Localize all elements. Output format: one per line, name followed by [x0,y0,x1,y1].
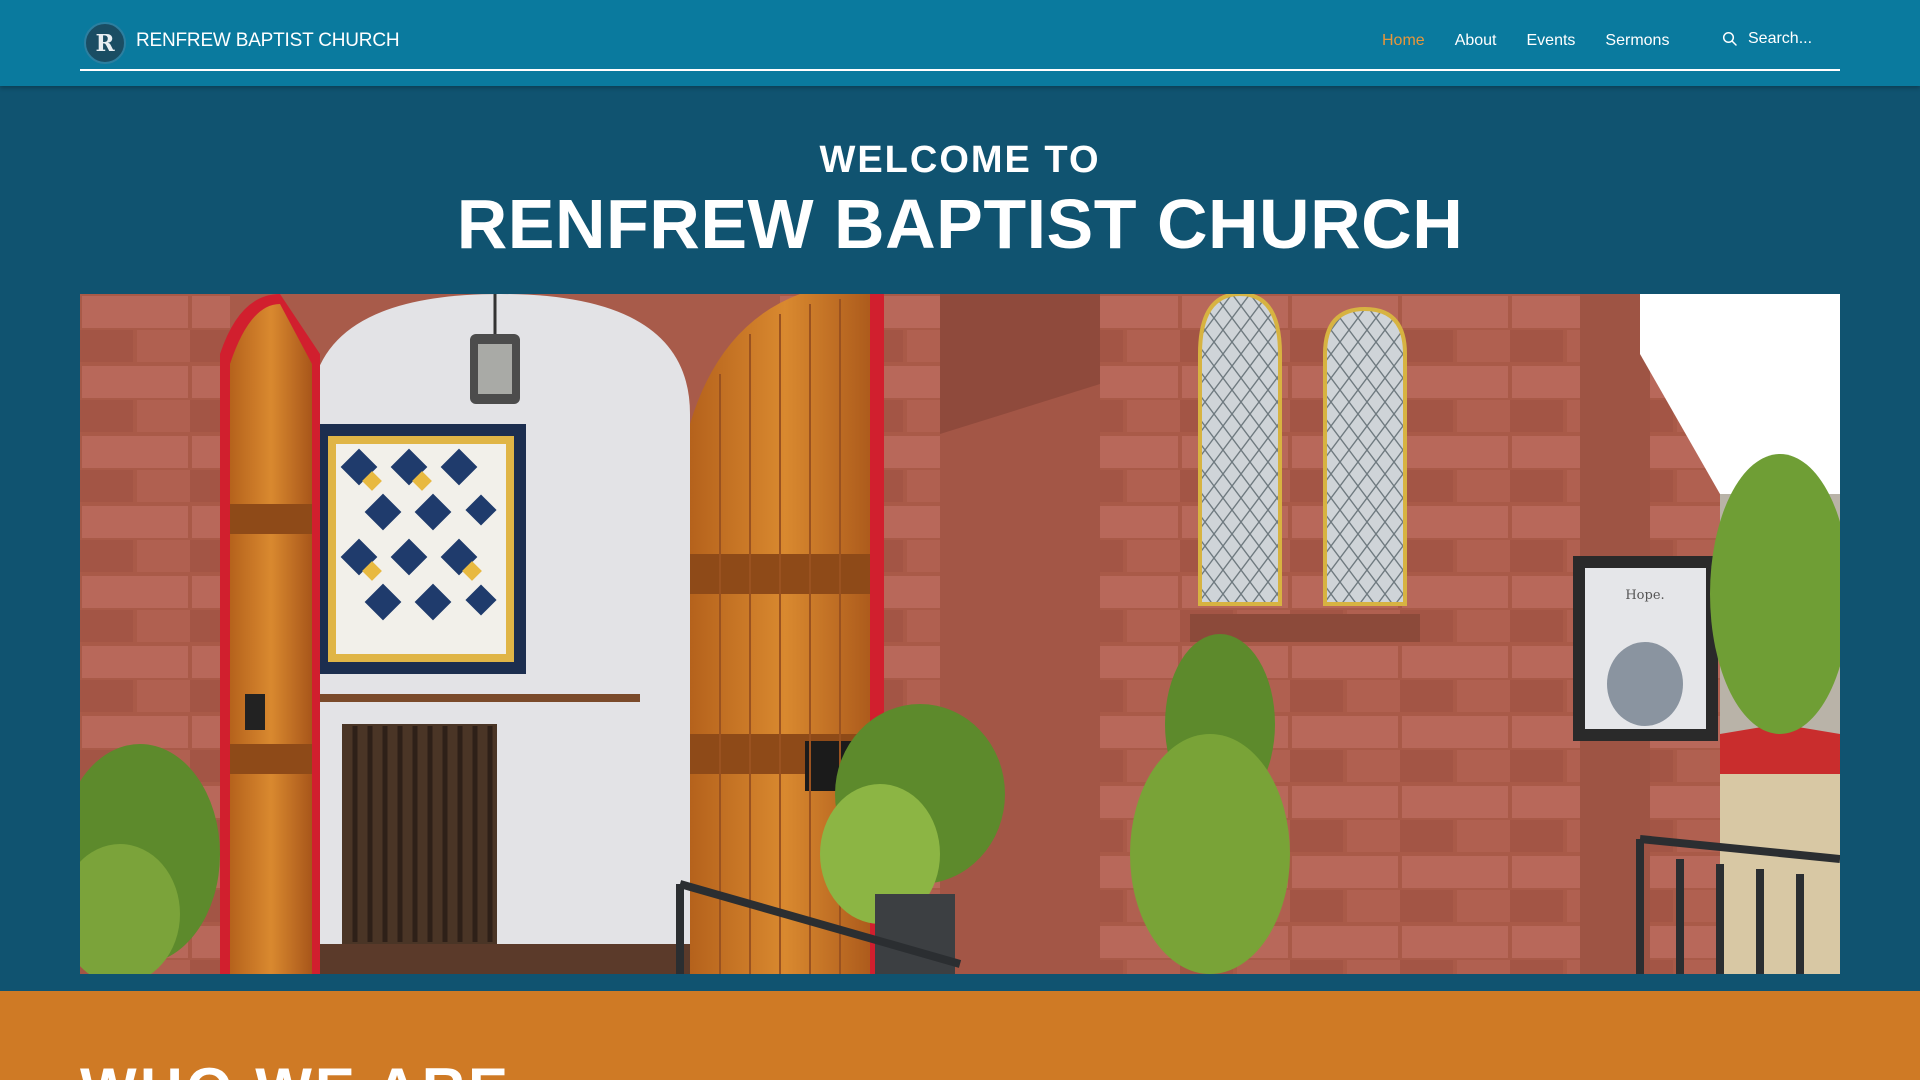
radiator [342,724,497,944]
who-we-are-heading: WHO WE ARE [80,1055,511,1080]
site-header: R RENFREW BAPTIST CHURCH Home About Even… [0,0,1920,86]
poster-text: Hope. [1625,588,1664,603]
header-divider [80,69,1840,71]
nav-about[interactable]: About [1455,32,1497,50]
church-logo[interactable]: R [84,22,126,64]
search-bar[interactable] [1722,30,1840,48]
church-name-heading: RENFREW BAPTIST CHURCH [456,185,1464,263]
welcome-heading: WELCOME TO [819,139,1101,181]
search-icon[interactable] [1722,31,1738,47]
nav-sermons[interactable]: Sermons [1605,32,1669,50]
logo-letter: R [95,29,115,57]
left-door [220,294,320,974]
main-nav: Home About Events Sermons [1382,32,1699,50]
church-entrance-photo: Hope. [80,294,1840,974]
site-name-link[interactable]: RENFREW BAPTIST CHURCH [136,30,400,52]
who-we-are-section: WHO WE ARE [0,991,1920,1080]
church-photo-illustration: Hope. [80,294,1840,974]
nav-home[interactable]: Home [1382,32,1425,50]
search-input[interactable] [1748,30,1838,48]
nav-events[interactable]: Events [1527,32,1576,50]
quilt-hanging [316,424,526,674]
hope-poster: Hope. [1573,556,1718,741]
